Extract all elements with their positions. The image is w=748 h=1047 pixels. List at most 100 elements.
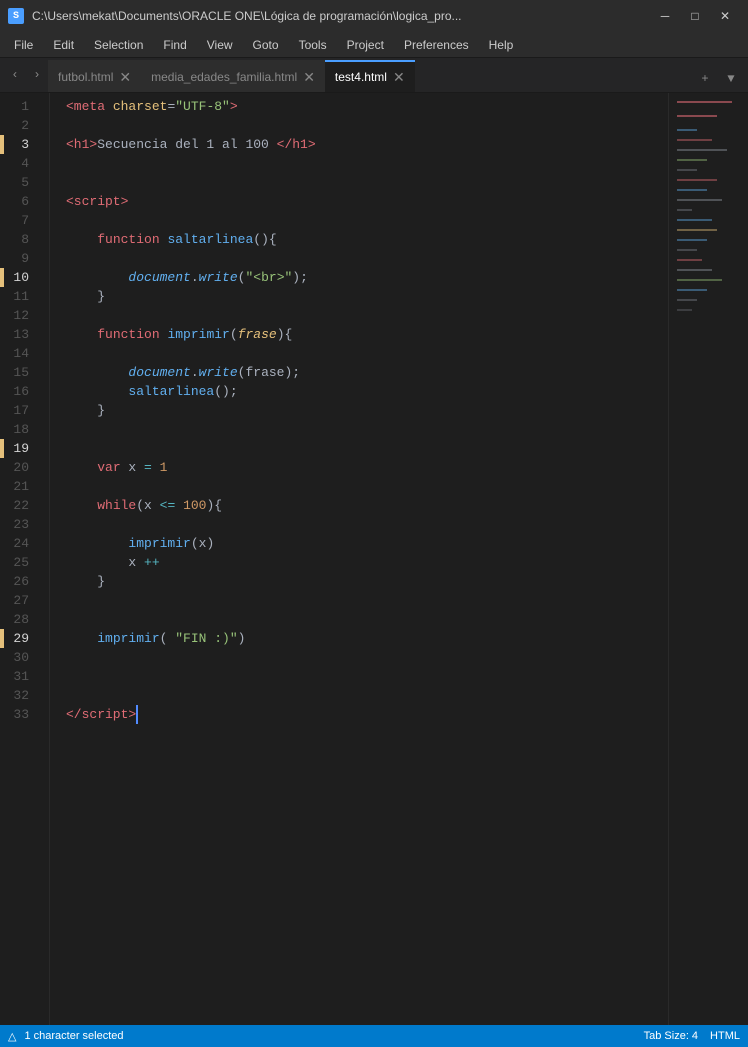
tab-futbol-label: futbol.html	[58, 70, 113, 84]
line-num-4: 4	[0, 154, 37, 173]
new-tab-button[interactable]: +	[692, 66, 718, 92]
code-line-28	[66, 610, 668, 629]
editor-area: 1 2 3 4 5 6 7 8 9 10 11 12 13 14 15 16 1…	[0, 93, 748, 1025]
selection-info: 1 character selected	[24, 1030, 123, 1042]
menu-find[interactable]: Find	[153, 36, 196, 54]
code-line-29: imprimir( "FIN :)")	[66, 629, 668, 648]
code-line-7	[66, 211, 668, 230]
line-num-32: 32	[0, 686, 37, 705]
line-num-10: 10	[0, 268, 37, 287]
line-num-13: 13	[0, 325, 37, 344]
menu-bar: File Edit Selection Find View Goto Tools…	[0, 32, 748, 58]
line-num-11: 11	[0, 287, 37, 306]
line-num-8: 8	[0, 230, 37, 249]
tab-size[interactable]: Tab Size: 4	[644, 1030, 698, 1042]
tab-media-edades-close[interactable]: ✕	[303, 70, 315, 84]
code-line-5	[66, 173, 668, 192]
code-line-9	[66, 249, 668, 268]
minimize-button[interactable]: ─	[650, 0, 680, 32]
tab-next-button[interactable]: ›	[26, 57, 48, 92]
code-line-23	[66, 515, 668, 534]
tab-test4-label: test4.html	[335, 70, 387, 84]
line-num-3: 3	[0, 135, 37, 154]
tab-futbol-close[interactable]: ✕	[119, 70, 131, 84]
code-line-25: x ++	[66, 553, 668, 572]
menu-edit[interactable]: Edit	[43, 36, 84, 54]
line-num-18: 18	[0, 420, 37, 439]
maximize-button[interactable]: □	[680, 0, 710, 32]
tab-futbol[interactable]: futbol.html ✕	[48, 60, 141, 92]
git-status[interactable]: △	[8, 1030, 16, 1043]
menu-preferences[interactable]: Preferences	[394, 36, 479, 54]
code-line-26: }	[66, 572, 668, 591]
window-controls: ─ □ ✕	[650, 0, 740, 32]
title-path: C:\Users\mekat\Documents\ORACLE ONE\Lógi…	[32, 9, 642, 23]
language-mode[interactable]: HTML	[710, 1030, 740, 1042]
tab-menu-button[interactable]: ▼	[718, 66, 744, 92]
code-line-1: <meta charset="UTF-8">	[66, 97, 668, 116]
code-line-2	[66, 116, 668, 135]
line-num-14: 14	[0, 344, 37, 363]
line-num-1: 1	[0, 97, 37, 116]
code-line-21	[66, 477, 668, 496]
line-num-25: 25	[0, 553, 37, 572]
line-num-29: 29	[0, 629, 37, 648]
code-line-17: }	[66, 401, 668, 420]
code-line-15: document.write(frase);	[66, 363, 668, 382]
menu-file[interactable]: File	[4, 36, 43, 54]
menu-goto[interactable]: Goto	[243, 36, 289, 54]
code-line-24: imprimir(x)	[66, 534, 668, 553]
code-line-16: saltarlinea();	[66, 382, 668, 401]
code-line-31	[66, 667, 668, 686]
title-bar: S C:\Users\mekat\Documents\ORACLE ONE\Ló…	[0, 0, 748, 32]
tab-prev-button[interactable]: ‹	[4, 57, 26, 92]
line-num-12: 12	[0, 306, 37, 325]
menu-help[interactable]: Help	[479, 36, 524, 54]
line-num-24: 24	[0, 534, 37, 553]
line-num-27: 27	[0, 591, 37, 610]
close-button[interactable]: ✕	[710, 0, 740, 32]
code-line-4	[66, 154, 668, 173]
app-icon: S	[8, 8, 24, 24]
menu-selection[interactable]: Selection	[84, 36, 153, 54]
status-left: △ 1 character selected	[8, 1030, 124, 1043]
code-line-19	[66, 439, 668, 458]
code-line-3: <h1>Secuencia del 1 al 100 </h1>	[66, 135, 668, 154]
menu-project[interactable]: Project	[337, 36, 394, 54]
tab-media-edades-label: media_edades_familia.html	[151, 70, 297, 84]
line-num-28: 28	[0, 610, 37, 629]
line-num-16: 16	[0, 382, 37, 401]
git-icon: △	[8, 1030, 16, 1043]
code-line-27	[66, 591, 668, 610]
menu-view[interactable]: View	[197, 36, 243, 54]
code-line-14	[66, 344, 668, 363]
code-line-30	[66, 648, 668, 667]
code-line-11: }	[66, 287, 668, 306]
line-num-30: 30	[0, 648, 37, 667]
line-num-22: 22	[0, 496, 37, 515]
line-num-9: 9	[0, 249, 37, 268]
code-line-20: var x = 1	[66, 458, 668, 477]
tab-test4-close[interactable]: ✕	[393, 70, 405, 84]
code-line-32	[66, 686, 668, 705]
tab-test4[interactable]: test4.html ✕	[325, 60, 415, 92]
line-num-17: 17	[0, 401, 37, 420]
tab-actions: + ▼	[692, 66, 744, 92]
line-num-20: 20	[0, 458, 37, 477]
code-line-22: while(x <= 100){	[66, 496, 668, 515]
tab-media-edades[interactable]: media_edades_familia.html ✕	[141, 60, 325, 92]
code-line-12	[66, 306, 668, 325]
line-num-6: 6	[0, 192, 37, 211]
line-num-23: 23	[0, 515, 37, 534]
code-line-33: </script>​	[66, 705, 668, 724]
menu-tools[interactable]: Tools	[289, 36, 337, 54]
line-num-7: 7	[0, 211, 37, 230]
code-line-10: document.write("<br>");	[66, 268, 668, 287]
minimap	[668, 93, 748, 1025]
code-line-18	[66, 420, 668, 439]
code-editor[interactable]: <meta charset="UTF-8"> <h1>Secuencia del…	[50, 93, 668, 1025]
line-num-15: 15	[0, 363, 37, 382]
code-line-8: function saltarlinea(){	[66, 230, 668, 249]
line-num-2: 2	[0, 116, 37, 135]
tab-bar: ‹ › futbol.html ✕ media_edades_familia.h…	[0, 58, 748, 93]
